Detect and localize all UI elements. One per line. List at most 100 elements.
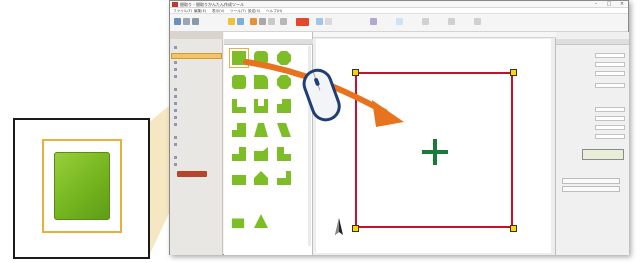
- room-icon: [174, 45, 177, 49]
- prop-field-3[interactable]: [595, 71, 625, 76]
- prop-field-7[interactable]: [595, 125, 625, 130]
- view-option-icon[interactable]: [422, 18, 429, 25]
- grid-icon[interactable]: [259, 18, 266, 25]
- shape-parallelogram[interactable]: [231, 122, 247, 138]
- shape-u-shape[interactable]: [253, 98, 269, 114]
- shape-rounded-corner[interactable]: [253, 74, 269, 90]
- print-icon[interactable]: [268, 18, 275, 25]
- shape-panel-header: [224, 39, 313, 45]
- mouse-icon: [302, 68, 341, 122]
- shape-l-shape[interactable]: [231, 98, 247, 114]
- resize-handle-bottom-left[interactable]: [352, 225, 359, 232]
- measure-icon[interactable]: [370, 18, 377, 25]
- view-option-3-icon[interactable]: [474, 18, 481, 25]
- left-nav: [170, 32, 223, 255]
- zoomed-square-shape: [54, 152, 110, 220]
- list-icon: [174, 135, 177, 139]
- compass-icon: [335, 218, 343, 235]
- shape-circle[interactable]: [276, 74, 292, 90]
- shape-small-square[interactable]: [231, 215, 245, 229]
- line-icon[interactable]: [316, 18, 323, 25]
- title-bar: 間取り - 間取りかんたん作成ツール – □ ×: [170, 1, 628, 8]
- toolbar: [170, 14, 628, 32]
- nav-item-text[interactable]: [174, 108, 179, 113]
- nav-item-equipment[interactable]: [174, 94, 179, 99]
- list-icon: [174, 155, 177, 159]
- nav-item-extra-2[interactable]: [174, 142, 179, 147]
- undo-icon[interactable]: [228, 18, 235, 25]
- prop-field-6[interactable]: [595, 116, 625, 121]
- nav-action-button[interactable]: [177, 171, 207, 177]
- zoom-icon[interactable]: [250, 18, 257, 25]
- shape-trapezoid[interactable]: [253, 122, 269, 138]
- prop-action-button-2[interactable]: [562, 186, 620, 192]
- nav-item-furniture[interactable]: [174, 74, 179, 79]
- layer-toggle-icon[interactable]: [396, 18, 403, 25]
- prop-field-5[interactable]: [595, 107, 625, 112]
- nav-item-room[interactable]: [174, 45, 179, 50]
- nav-header: [170, 32, 223, 39]
- prop-row-6: [558, 116, 627, 122]
- exterior-icon: [174, 101, 177, 105]
- redo-icon[interactable]: [237, 18, 244, 25]
- prop-row-5: [558, 107, 627, 113]
- prop-field-2[interactable]: [595, 62, 625, 67]
- resize-handle-bottom-right[interactable]: [510, 225, 517, 232]
- list-icon: [174, 142, 177, 146]
- nav-item-extra-4[interactable]: [174, 162, 179, 167]
- shape-step-right[interactable]: [276, 146, 292, 162]
- shape-octagon[interactable]: [276, 50, 292, 66]
- window-icon: [174, 67, 177, 71]
- zoom-inset: [13, 118, 150, 259]
- close-icon[interactable]: ×: [616, 1, 628, 8]
- resize-handle-top-right[interactable]: [510, 69, 517, 76]
- prop-row-4: [558, 83, 627, 89]
- prop-field-1[interactable]: [595, 53, 625, 58]
- prop-field-8[interactable]: [595, 134, 625, 139]
- nav-item-active[interactable]: [171, 53, 222, 59]
- open-icon[interactable]: [183, 18, 190, 25]
- nav-item-extra-3[interactable]: [174, 155, 179, 160]
- highlight-tool[interactable]: [296, 18, 309, 26]
- nav-item-extra-1[interactable]: [174, 135, 179, 140]
- select-icon[interactable]: [280, 18, 287, 25]
- shape-l-right[interactable]: [276, 170, 292, 186]
- shape-triangle[interactable]: [253, 213, 269, 229]
- nav-item-door[interactable]: [174, 60, 179, 65]
- list-icon: [174, 162, 177, 166]
- prop-row-1: [558, 53, 627, 59]
- shape-step-left[interactable]: [231, 146, 247, 162]
- shape-parallelogram-right[interactable]: [276, 122, 292, 138]
- shape-square[interactable]: [229, 48, 249, 68]
- nav-item-exterior[interactable]: [174, 101, 179, 106]
- save-icon[interactable]: [192, 18, 199, 25]
- shape-step-mid[interactable]: [253, 146, 269, 162]
- text-tool-icon: [174, 108, 177, 112]
- shape-l-small[interactable]: [231, 170, 247, 186]
- prop-row-7: [558, 125, 627, 131]
- shape-rounded-octagon[interactable]: [253, 50, 269, 66]
- prop-row-2: [558, 62, 627, 68]
- minimize-icon[interactable]: –: [590, 1, 602, 8]
- properties-panel: [556, 32, 629, 255]
- nav-item-dimension[interactable]: [174, 115, 179, 120]
- nav-item-stairs[interactable]: [174, 87, 179, 92]
- maximize-icon[interactable]: □: [603, 1, 615, 8]
- color-swatch[interactable]: [582, 149, 624, 160]
- prop-action-button-1[interactable]: [562, 178, 620, 184]
- zoom-selection-frame: [42, 139, 122, 233]
- prop-row-3: [558, 71, 627, 77]
- resize-handle-top-left[interactable]: [352, 69, 359, 76]
- prop-row-8: [558, 134, 627, 140]
- text-icon[interactable]: [325, 18, 332, 25]
- shape-step[interactable]: [276, 98, 292, 114]
- canvas-ruler: [313, 32, 556, 38]
- nav-item-layer[interactable]: [174, 122, 179, 127]
- shape-rounded-square[interactable]: [231, 74, 247, 90]
- layer-icon: [174, 122, 177, 126]
- shape-notch[interactable]: [253, 170, 269, 186]
- new-icon[interactable]: [174, 18, 181, 25]
- prop-field-4[interactable]: [595, 83, 625, 88]
- nav-item-window[interactable]: [174, 67, 179, 72]
- view-option-2-icon[interactable]: [448, 18, 455, 25]
